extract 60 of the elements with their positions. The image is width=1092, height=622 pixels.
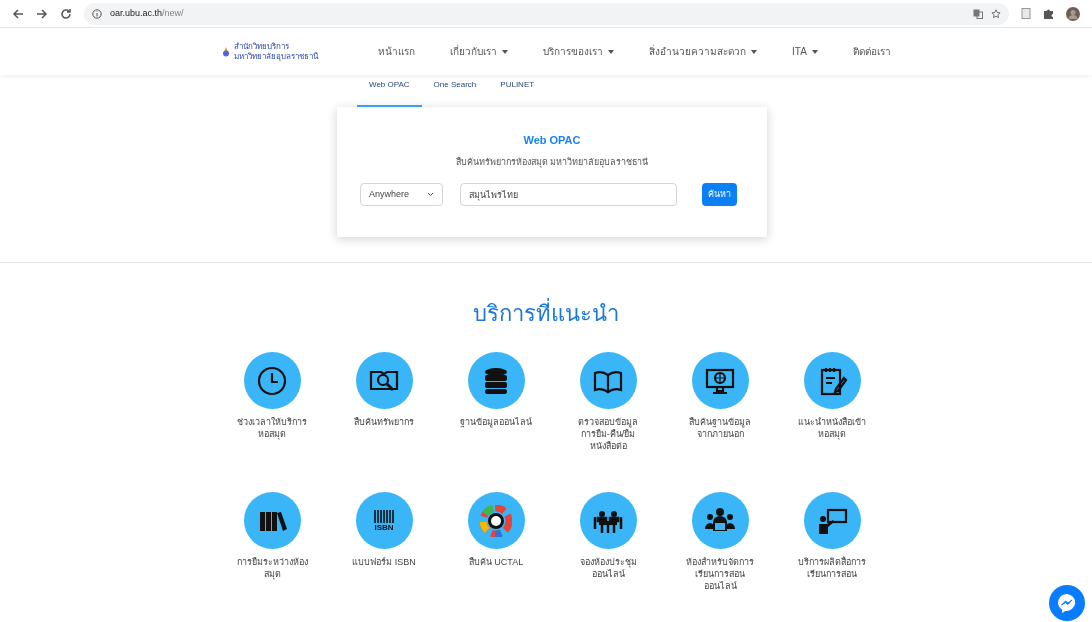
search-field[interactable]: สมุนไพรไทย xyxy=(460,183,677,206)
star-icon[interactable] xyxy=(991,8,1001,19)
service-button[interactable] xyxy=(579,492,637,549)
service-button[interactable] xyxy=(243,352,301,409)
section-heading: บริการที่แนะนำ xyxy=(473,297,619,330)
translate-icon[interactable] xyxy=(973,8,983,19)
nav-link[interactable]: สิ่งอำนวยความสะดวก xyxy=(649,44,757,59)
service-label: แบบฟอร์ม ISBN xyxy=(352,556,416,568)
forward-icon[interactable] xyxy=(36,7,48,20)
nav-link[interactable]: บริการของเรา xyxy=(543,44,614,59)
card-subtitle: สืบค้นทรัพยากรห้องสมุด มหาวิทยาลัยอุบลราชธานี xyxy=(455,155,649,169)
site-logo[interactable]: สำนักวิทยบริการ มหาวิทยาลัยอุบลราชธานี xyxy=(222,41,318,62)
avatar-icon[interactable] xyxy=(1066,6,1080,21)
service-button[interactable] xyxy=(467,352,525,409)
color-ring-icon xyxy=(480,504,512,537)
nav-link[interactable]: หน้าแรก xyxy=(378,44,415,59)
service-label: บริการผลิตสื่อการ เรียนการสอน xyxy=(798,556,866,580)
reload-icon[interactable] xyxy=(60,7,72,20)
service-label: ห้องสำหรับจัดการ เรียนการสอน ออนไลน์ xyxy=(686,556,754,592)
chat-icon xyxy=(1056,592,1078,614)
messenger-button[interactable] xyxy=(1049,585,1085,621)
service-button[interactable] xyxy=(691,352,749,409)
service-label: ตรวจสอบข้อมูล การยืม-คืน/ยืม หนังสือต่อ xyxy=(578,416,638,452)
puzzle-icon[interactable] xyxy=(1043,8,1054,19)
service-button[interactable] xyxy=(691,492,749,549)
service-label: ฐานข้อมูลออนไลน์ xyxy=(460,416,532,428)
url-text: oar.ubu.ac.th/new/ xyxy=(110,6,184,20)
service-button[interactable] xyxy=(355,352,413,409)
search-tab[interactable]: One Search xyxy=(421,76,489,107)
caret-icon xyxy=(427,192,434,197)
info-icon[interactable] xyxy=(92,8,102,19)
service-button[interactable]: ISBN xyxy=(355,492,413,549)
service-label: แนะนำหนังสือเข้า หอสมุด xyxy=(798,416,866,440)
logo-text: สำนักวิทยบริการ xyxy=(234,41,290,52)
caret-icon xyxy=(811,49,818,54)
caret-icon xyxy=(608,49,614,54)
service-button[interactable] xyxy=(243,492,301,549)
nav-link[interactable]: เกี่ยวกับเรา xyxy=(450,44,508,59)
service-label: จองห้องประชุม ออนไลน์ xyxy=(579,556,637,580)
scope-select[interactable]: Anywhere xyxy=(360,183,443,206)
back-icon[interactable] xyxy=(12,7,24,20)
address-bar[interactable]: oar.ubu.ac.th/new/ xyxy=(84,2,1009,25)
service-button[interactable] xyxy=(803,492,861,549)
service-label: สืบค้นทรัพยากร xyxy=(354,416,414,428)
service-label: สืบค้น UCTAL xyxy=(468,556,524,568)
service-button[interactable] xyxy=(803,352,861,409)
service-button[interactable] xyxy=(467,492,525,549)
search-tab[interactable]: PULINET xyxy=(488,76,547,107)
clock-icon xyxy=(256,364,288,397)
nav-link[interactable]: ติดต่อเรา xyxy=(852,44,891,59)
service-label: ช่วงเวลาให้บริการ หอสมุด xyxy=(237,416,307,440)
service-label: สืบค้นฐานข้อมูล จากภายนอก xyxy=(689,416,751,440)
nav-link[interactable]: ITA xyxy=(792,44,818,59)
caret-icon xyxy=(751,49,757,54)
caret-icon xyxy=(502,49,508,54)
service-label: การยืมระหว่างห้อง สมุด xyxy=(236,556,308,580)
service-button[interactable] xyxy=(579,352,637,409)
search-button[interactable]: ค้นหา xyxy=(702,183,737,206)
card-title: Web OPAC xyxy=(523,133,581,148)
logo-text: มหาวิทยาลัยอุบลราชธานี xyxy=(234,51,318,62)
